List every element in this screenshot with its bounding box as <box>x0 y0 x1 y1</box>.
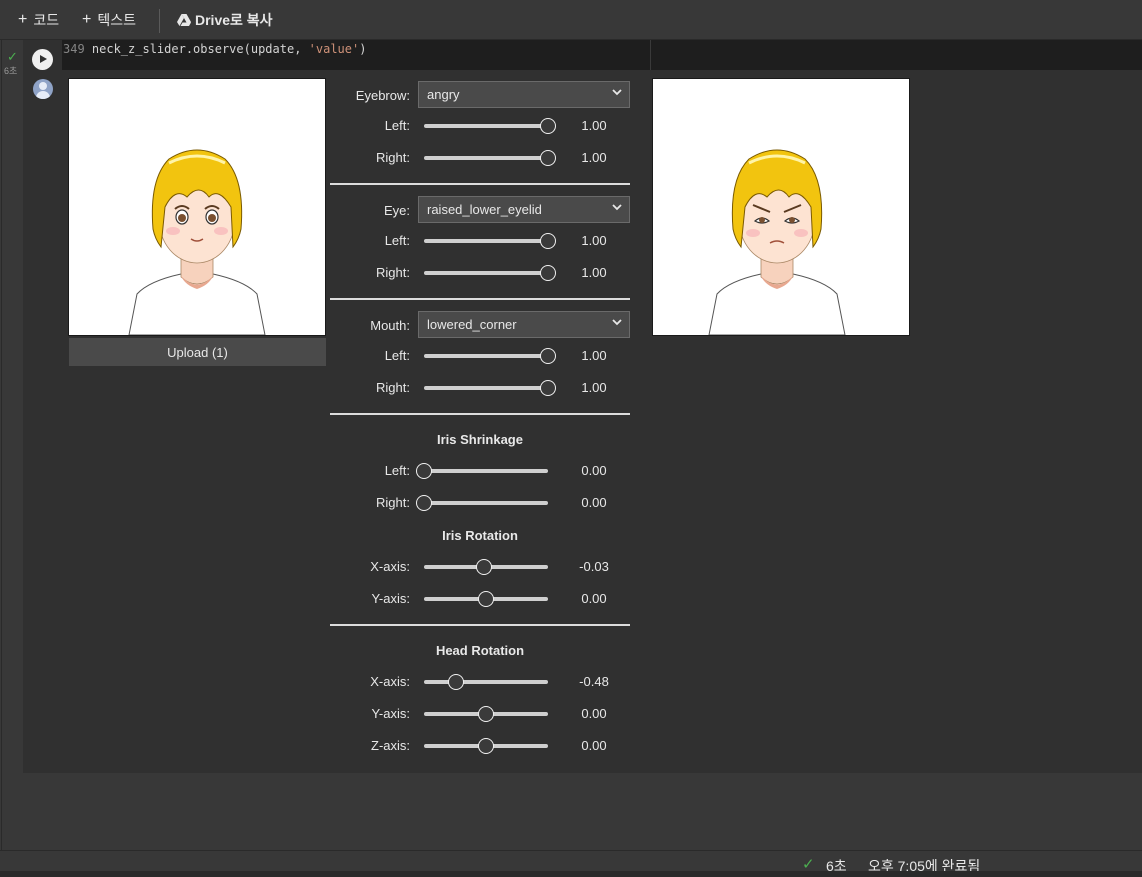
slider-label: Right: <box>376 495 410 510</box>
slider-handle[interactable] <box>540 348 556 364</box>
slider-handle[interactable] <box>540 233 556 249</box>
slider-value: -0.03 <box>579 559 609 574</box>
slider-track[interactable] <box>424 239 548 243</box>
slider-handle[interactable] <box>540 380 556 396</box>
run-cell-button[interactable] <box>32 49 53 70</box>
exec-time: 6초 <box>4 66 18 76</box>
slider-handle[interactable] <box>478 591 494 607</box>
slider-handle[interactable] <box>476 559 493 575</box>
slider-label: X-axis: <box>370 559 410 574</box>
divider <box>330 298 630 300</box>
drive-icon <box>177 14 191 26</box>
slider-value: 1.00 <box>581 380 607 395</box>
mouth-select-value: lowered_corner <box>427 317 517 332</box>
divider <box>330 624 630 626</box>
input-image <box>68 78 326 336</box>
mouth-label: Mouth: <box>370 318 410 333</box>
slider-track[interactable] <box>424 680 548 684</box>
slider-track[interactable] <box>424 501 548 505</box>
slider-label: Y-axis: <box>371 706 410 721</box>
chevron-down-icon <box>611 316 623 331</box>
chevron-down-icon <box>611 86 623 101</box>
output-image <box>652 78 910 336</box>
iris-shrinkage-title: Iris Shrinkage <box>437 432 523 447</box>
slider-track[interactable] <box>424 124 548 128</box>
colab-app: + 코드 + 텍스트 Drive로 복사 ✓ 6초 349 neck_z_sli… <box>0 0 1142 877</box>
slider-label: Z-axis: <box>371 738 410 753</box>
slider-handle[interactable] <box>540 118 556 134</box>
slider-track[interactable] <box>424 156 548 160</box>
eyebrow-label: Eyebrow: <box>355 88 410 103</box>
eyebrow-select-value: angry <box>427 87 460 102</box>
slider-value: 0.00 <box>581 738 607 753</box>
check-icon: ✓ <box>7 49 18 64</box>
upload-button[interactable]: Upload (1) <box>69 338 326 366</box>
slider-value: 1.00 <box>581 348 607 363</box>
eye-label: Eye: <box>383 203 410 218</box>
plus-icon: + <box>18 11 28 28</box>
slider-value: 0.00 <box>581 495 607 510</box>
slider-label: Left: <box>384 118 410 133</box>
divider <box>330 183 630 185</box>
slider-value: 0.00 <box>581 591 607 606</box>
add-code-label: 코드 <box>33 12 60 28</box>
toolbar: + 코드 + 텍스트 Drive로 복사 <box>0 0 1142 40</box>
slider-handle[interactable] <box>540 265 556 281</box>
copy-to-drive-label: Drive로 복사 <box>195 12 273 28</box>
add-text-button[interactable]: + 텍스트 <box>82 10 136 30</box>
toolbar-divider <box>159 9 160 33</box>
slider-value: -0.48 <box>579 674 609 689</box>
slider-value: 0.00 <box>581 706 607 721</box>
code-string: 'value' <box>308 42 360 56</box>
slider-value: 1.00 <box>581 233 607 248</box>
slider-label: Right: <box>376 380 410 395</box>
code-text-end: ) <box>359 42 367 56</box>
slider-track[interactable] <box>424 354 548 358</box>
eye-select-value: raised_lower_eyelid <box>427 202 542 217</box>
slider-value: 1.00 <box>581 265 607 280</box>
slider-label: Left: <box>384 463 410 478</box>
output-character-illustration <box>708 149 846 336</box>
slider-label: Right: <box>376 265 410 280</box>
input-character-illustration <box>128 149 266 336</box>
slider-label: Left: <box>384 233 410 248</box>
iris-rotation-title: Iris Rotation <box>442 528 518 543</box>
slider-track[interactable] <box>424 469 548 473</box>
slider-label: Y-axis: <box>371 591 410 606</box>
chevron-down-icon <box>611 201 623 216</box>
slider-value: 1.00 <box>581 118 607 133</box>
copy-to-drive-button[interactable]: Drive로 복사 <box>177 10 273 30</box>
slider-track[interactable] <box>424 386 548 390</box>
slider-label: X-axis: <box>370 674 410 689</box>
slider-value: 1.00 <box>581 150 607 165</box>
left-rule <box>1 40 2 850</box>
mouth-select[interactable]: lowered_corner <box>418 311 630 338</box>
code-text: neck_z_slider.observe(update, <box>84 42 309 56</box>
slider-label: Left: <box>384 348 410 363</box>
slider-handle[interactable] <box>478 738 494 754</box>
add-code-button[interactable]: + 코드 <box>18 10 59 30</box>
slider-handle[interactable] <box>478 706 494 722</box>
slider-label: Right: <box>376 150 410 165</box>
slider-handle[interactable] <box>416 463 432 479</box>
slider-handle[interactable] <box>540 150 556 166</box>
add-text-label: 텍스트 <box>97 12 136 28</box>
eye-select[interactable]: raised_lower_eyelid <box>418 196 630 223</box>
slider-track[interactable] <box>424 271 548 275</box>
user-avatar-icon <box>33 79 53 99</box>
code-editor-divider <box>650 40 651 70</box>
plus-icon: + <box>82 11 92 28</box>
head-rotation-title: Head Rotation <box>435 643 525 658</box>
line-number: 349 <box>63 42 85 56</box>
slider-value: 0.00 <box>581 463 607 478</box>
divider <box>330 413 630 415</box>
code-line: 349 neck_z_slider.observe(update, 'value… <box>63 42 366 56</box>
slider-handle[interactable] <box>416 495 432 511</box>
bottom-strip <box>0 871 1142 877</box>
eyebrow-select[interactable]: angry <box>418 81 630 108</box>
